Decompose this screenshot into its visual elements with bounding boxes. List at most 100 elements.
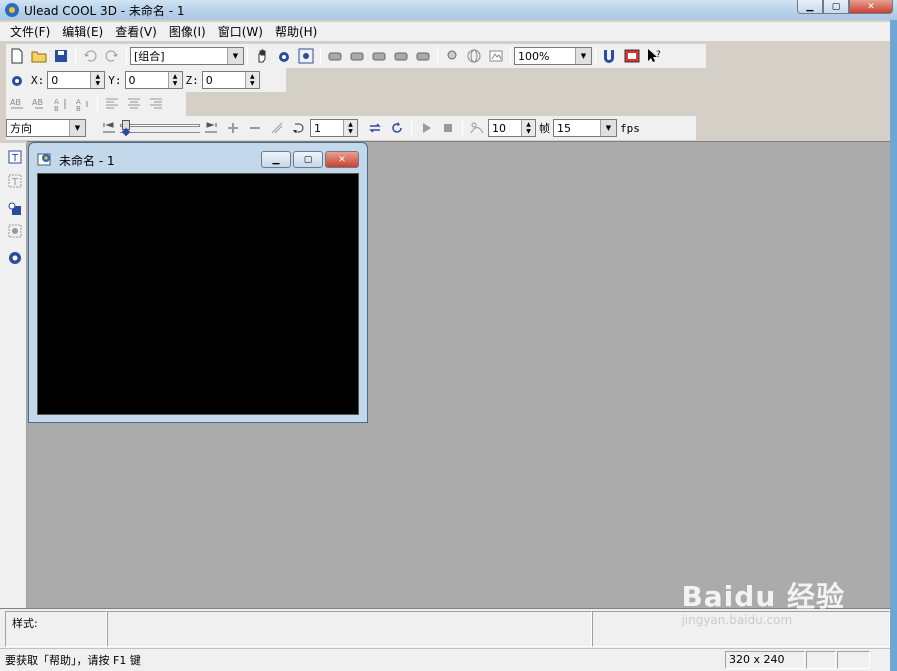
standard-toolbar: [组合] ▼ 100% ▼ ? bbox=[6, 44, 706, 68]
first-keyframe-icon[interactable] bbox=[99, 118, 119, 138]
last-keyframe-icon[interactable] bbox=[201, 118, 221, 138]
status-message: 要获取「帮助」，请按 F1 键 bbox=[5, 654, 141, 667]
line-spacing-up-icon[interactable]: AB bbox=[51, 94, 71, 114]
menu-image[interactable]: 图像(I) bbox=[163, 23, 212, 40]
bevel-style-4-icon[interactable] bbox=[391, 46, 411, 66]
insert-text-icon[interactable]: T bbox=[5, 147, 25, 167]
style-label: 样式: bbox=[12, 617, 38, 630]
edit-graphic-icon[interactable] bbox=[5, 221, 25, 241]
undo-icon[interactable] bbox=[80, 46, 100, 66]
line-spacing-down-icon[interactable]: AB bbox=[73, 94, 93, 114]
status-cell bbox=[806, 651, 836, 669]
svg-text:AB: AB bbox=[10, 98, 21, 107]
z-position-value: 0 bbox=[205, 73, 213, 87]
insert-graphic-icon[interactable] bbox=[5, 199, 25, 219]
ulead-online-icon[interactable] bbox=[600, 46, 620, 66]
pingpong-icon[interactable] bbox=[387, 118, 407, 138]
app-icon bbox=[5, 3, 19, 17]
watermark-brand: Baidu 经验 bbox=[681, 580, 845, 613]
context-help-icon[interactable]: ? bbox=[644, 46, 664, 66]
watermark-url: jingyan.baidu.com bbox=[681, 613, 793, 627]
status-bar: 要获取「帮助」，请按 F1 键 320 x 240 bbox=[0, 648, 890, 671]
align-right-icon[interactable] bbox=[146, 94, 166, 114]
loop-icon[interactable] bbox=[365, 118, 385, 138]
menu-bar: 文件(F) 编辑(E) 查看(V) 图像(I) 窗口(W) 帮助(H) bbox=[0, 22, 897, 42]
timeline-slider[interactable] bbox=[120, 119, 200, 137]
y-position-input[interactable]: 0 ▲ ▼ bbox=[124, 71, 183, 89]
light-icon[interactable] bbox=[442, 46, 462, 66]
add-keyframe-icon[interactable] bbox=[223, 118, 243, 138]
doc-close-button[interactable]: ✕ bbox=[325, 151, 359, 168]
hand-icon[interactable] bbox=[252, 46, 272, 66]
animation-property-value: 方向 bbox=[10, 122, 32, 135]
gallery-icon[interactable] bbox=[622, 46, 642, 66]
document-title: 未命名 - 1 bbox=[59, 154, 115, 168]
edit-text-icon[interactable]: T bbox=[5, 171, 25, 191]
frame-count-input[interactable]: 10 ▲ ▼ bbox=[488, 119, 536, 137]
new-file-icon[interactable] bbox=[7, 46, 27, 66]
zoom-dropdown[interactable]: 100% ▼ bbox=[514, 47, 592, 65]
menu-view[interactable]: 查看(V) bbox=[109, 23, 163, 40]
animation-property-dropdown[interactable]: 方向 ▼ bbox=[6, 119, 86, 137]
bevel-style-3-icon[interactable] bbox=[369, 46, 389, 66]
x-position-input[interactable]: 0 ▲ ▼ bbox=[47, 71, 106, 89]
align-center-icon[interactable] bbox=[124, 94, 144, 114]
goto-frame-icon[interactable] bbox=[289, 118, 309, 138]
menu-file[interactable]: 文件(F) bbox=[4, 23, 56, 40]
z-position-input[interactable]: 0 ▲ ▼ bbox=[201, 71, 260, 89]
watermark: Baidu 经验 jingyan.baidu.com bbox=[681, 575, 845, 627]
svg-text:B: B bbox=[76, 105, 81, 112]
frame-number-input[interactable]: 1 ▲ ▼ bbox=[310, 119, 358, 137]
status-cell bbox=[837, 651, 870, 669]
object-select-dropdown[interactable]: [组合] ▼ bbox=[130, 47, 244, 65]
bevel-style-5-icon[interactable] bbox=[413, 46, 433, 66]
menu-window[interactable]: 窗口(W) bbox=[212, 23, 269, 40]
insert-geometry-icon[interactable] bbox=[5, 248, 25, 268]
z-label: Z: bbox=[185, 73, 199, 87]
fps-label: fps bbox=[620, 121, 640, 135]
menu-edit[interactable]: 编辑(E) bbox=[56, 23, 109, 40]
chevron-down-icon: ▼ bbox=[600, 120, 616, 136]
align-left-icon[interactable] bbox=[102, 94, 122, 114]
bevel-style-2-icon[interactable] bbox=[347, 46, 367, 66]
smooth-motion-icon[interactable] bbox=[467, 118, 487, 138]
text-toolbar: AB AB AB AB bbox=[6, 92, 186, 116]
spin-arrows-icon[interactable]: ▲ ▼ bbox=[343, 120, 357, 136]
menu-help[interactable]: 帮助(H) bbox=[269, 23, 323, 40]
move-object-icon[interactable] bbox=[7, 70, 27, 90]
properties-area[interactable] bbox=[107, 611, 592, 647]
bevel-style-1-icon[interactable] bbox=[325, 46, 345, 66]
rotate-object-icon[interactable] bbox=[274, 46, 294, 66]
text-spacing-narrow-icon[interactable]: AB bbox=[29, 94, 49, 114]
frame-number-value: 1 bbox=[314, 121, 321, 135]
globe-icon[interactable] bbox=[464, 46, 484, 66]
fit-object-icon[interactable] bbox=[296, 46, 316, 66]
svg-text:?: ? bbox=[656, 50, 661, 60]
remove-keyframe-icon[interactable] bbox=[245, 118, 265, 138]
chevron-down-icon: ▼ bbox=[575, 48, 591, 64]
spin-arrows-icon[interactable]: ▲ ▼ bbox=[90, 72, 105, 88]
style-field[interactable]: 样式: bbox=[5, 611, 107, 647]
object-toolbar: T T bbox=[0, 143, 27, 608]
doc-minimize-button[interactable]: ▁ bbox=[261, 151, 291, 168]
reverse-keyframe-icon[interactable] bbox=[267, 118, 287, 138]
document-window[interactable]: 未命名 - 1 ▁ ▢ ✕ bbox=[28, 142, 368, 423]
maximize-button[interactable]: ▢ bbox=[823, 0, 849, 14]
spin-arrows-icon[interactable]: ▲ ▼ bbox=[167, 72, 182, 88]
spin-arrows-icon[interactable]: ▲ ▼ bbox=[244, 72, 259, 88]
text-spacing-wide-icon[interactable]: AB bbox=[7, 94, 27, 114]
fps-dropdown[interactable]: 15 ▼ bbox=[553, 119, 617, 137]
minimize-button[interactable]: ▁ bbox=[797, 0, 823, 14]
redo-icon[interactable] bbox=[102, 46, 122, 66]
camera-icon[interactable] bbox=[486, 46, 506, 66]
chevron-down-icon: ▼ bbox=[227, 48, 243, 64]
spin-arrows-icon[interactable]: ▲ ▼ bbox=[521, 120, 535, 136]
canvas-size-readout: 320 x 240 bbox=[725, 651, 805, 669]
render-canvas[interactable] bbox=[37, 173, 359, 415]
play-icon[interactable] bbox=[416, 118, 436, 138]
open-folder-icon[interactable] bbox=[29, 46, 49, 66]
save-icon[interactable] bbox=[51, 46, 71, 66]
doc-maximize-button[interactable]: ▢ bbox=[293, 151, 323, 168]
stop-icon[interactable] bbox=[438, 118, 458, 138]
close-button[interactable]: ✕ bbox=[849, 0, 893, 14]
